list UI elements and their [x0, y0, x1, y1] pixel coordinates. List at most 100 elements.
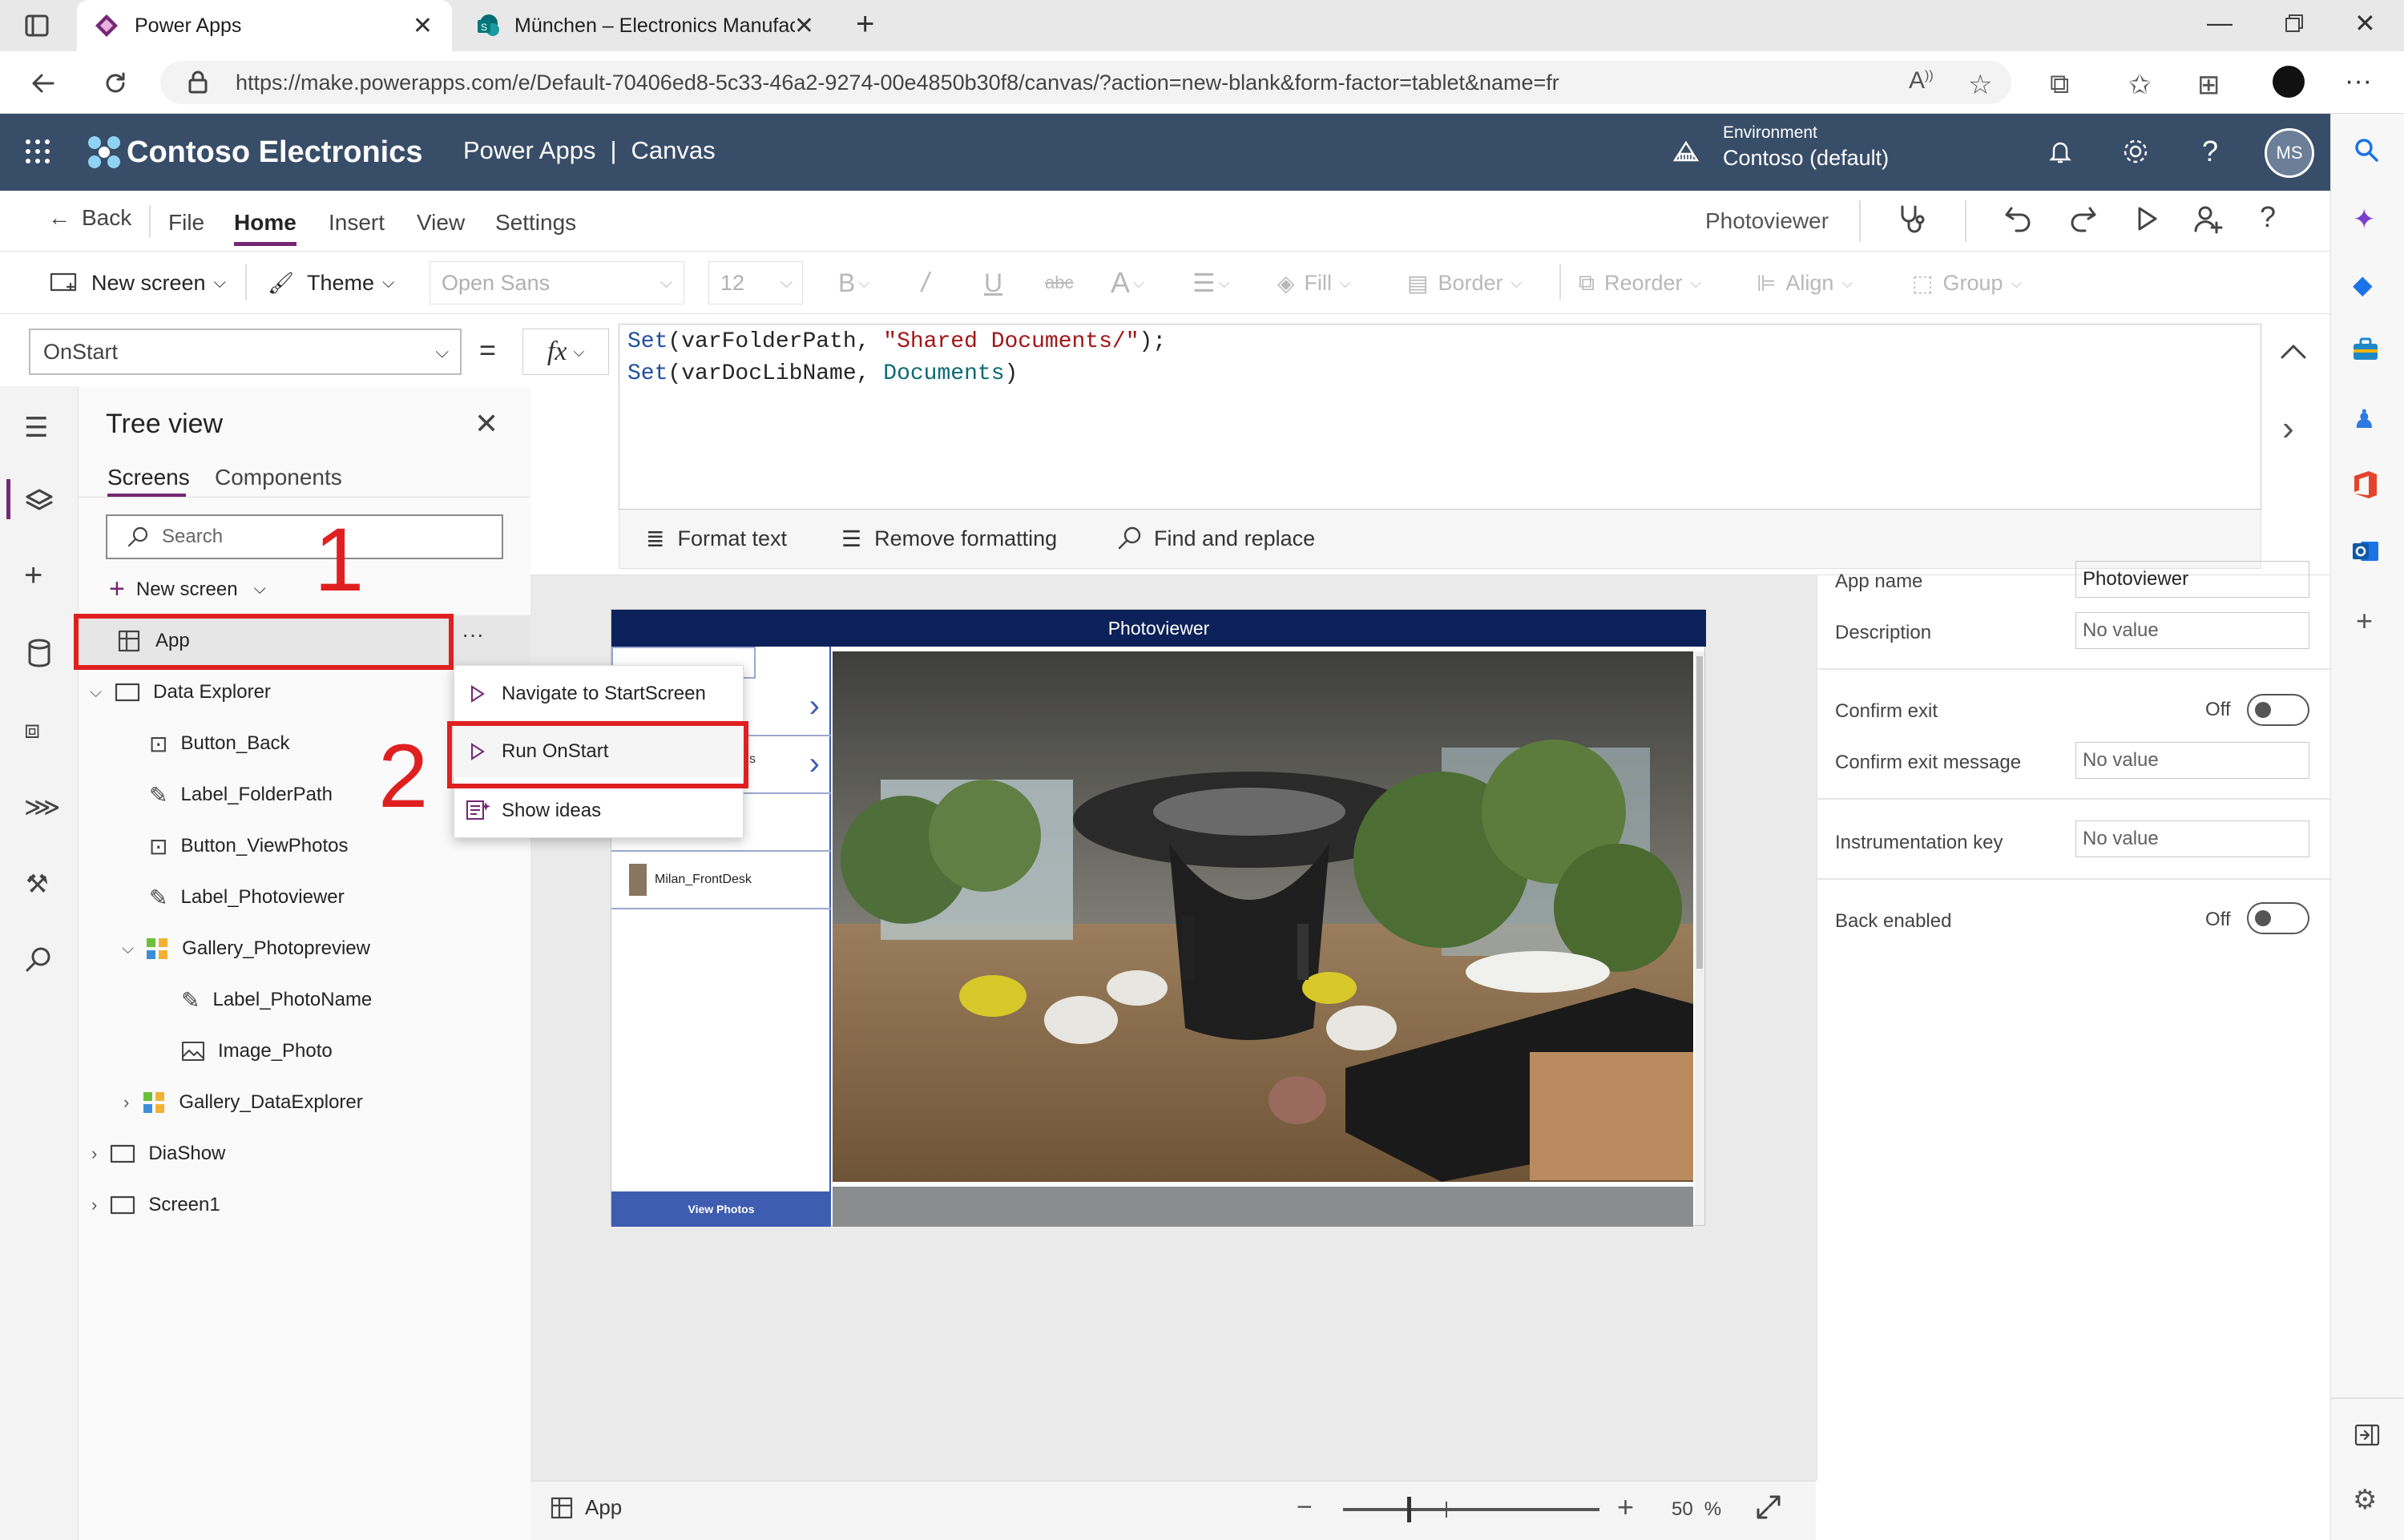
preview-play-icon[interactable]	[2133, 205, 2160, 232]
user-avatar[interactable]: MS	[2265, 128, 2314, 178]
tree-new-screen-button[interactable]: + New screen ⌵	[109, 574, 266, 605]
more-menu-icon[interactable]: ···	[2345, 66, 2372, 97]
environment-picker[interactable]: Environment Contoso (default)	[1723, 123, 1889, 171]
collections-icon[interactable]: ⊞	[2197, 69, 2220, 101]
copilot-sparkle-icon[interactable]: ✦	[2353, 204, 2376, 236]
browser-tab-powerapps[interactable]: Power Apps ✕	[77, 0, 452, 51]
address-bar[interactable]: https://make.powerapps.com/e/Default-704…	[160, 61, 2011, 104]
tab-components[interactable]: Components	[215, 465, 342, 490]
hamburger-menu-icon[interactable]: ☰	[24, 412, 48, 444]
menu-item-show-ideas[interactable]: Show ideas	[454, 785, 744, 837]
tab-insert[interactable]: Insert	[329, 210, 385, 236]
browser-tab-sharepoint[interactable]: S München – Electronics Manufact ✕	[462, 0, 830, 51]
search-icon[interactable]	[24, 945, 53, 974]
image-photo[interactable]	[833, 651, 1693, 1182]
format-text-button[interactable]: ≣ Format text	[646, 526, 787, 552]
tree-node-gallery[interactable]: › Gallery_DataExplorer	[79, 1077, 530, 1128]
zoom-in-button[interactable]: +	[1617, 1490, 1634, 1524]
fx-button[interactable]: fx ⌵	[522, 329, 609, 375]
description-input[interactable]: No value	[2075, 612, 2309, 649]
tab-screens[interactable]: Screens	[107, 465, 190, 490]
group-button[interactable]: ⬚ Group ⌵	[1912, 252, 2022, 314]
fill-button[interactable]: ◈ Fill ⌵	[1277, 252, 1351, 314]
back-enabled-toggle[interactable]	[2247, 902, 2309, 934]
notifications-icon[interactable]	[2047, 138, 2074, 165]
expand-panel-icon[interactable]: ›	[2282, 409, 2294, 449]
font-color-button[interactable]: A ⌵	[1111, 252, 1144, 314]
help-icon[interactable]: ?	[2260, 200, 2276, 234]
formula-editor[interactable]: Set(varFolderPath, "Shared Documents/");…	[619, 324, 2261, 510]
settings-gear-icon[interactable]	[2122, 138, 2149, 165]
window-minimize-icon[interactable]: —	[2207, 8, 2233, 38]
outlook-icon[interactable]	[2351, 537, 2380, 566]
fit-to-window-icon[interactable]	[1755, 1494, 1782, 1521]
back-button[interactable]: ← Back	[48, 205, 131, 231]
more-options-button[interactable]: ···	[462, 622, 484, 647]
bold-button[interactable]: B ⌵	[838, 252, 869, 314]
tree-node-screen[interactable]: › DiaShow	[79, 1128, 530, 1179]
new-screen-dropdown[interactable]: New screen ⌵	[50, 252, 226, 314]
tree-search-input[interactable]: Search	[106, 514, 503, 559]
app-launcher-icon[interactable]	[24, 138, 51, 165]
close-tab-icon[interactable]: ✕	[794, 12, 814, 40]
insert-plus-icon[interactable]: +	[24, 558, 42, 594]
tab-file[interactable]: File	[168, 210, 204, 236]
underline-button[interactable]: U	[984, 252, 1002, 314]
zoom-slider-thumb[interactable]	[1407, 1497, 1411, 1522]
tools-briefcase-icon[interactable]	[2351, 337, 2380, 364]
tab-actions-icon[interactable]	[24, 13, 50, 38]
app-name-input[interactable]: Photoviewer	[2075, 561, 2309, 598]
instrumentation-key-input[interactable]: No value	[2075, 820, 2309, 857]
strikethrough-button[interactable]: abc	[1045, 252, 1073, 314]
find-replace-button[interactable]: Find and replace	[1117, 526, 1315, 551]
redo-icon[interactable]	[2067, 204, 2098, 234]
font-size-select[interactable]: 12 ⌵	[708, 261, 803, 304]
help-icon[interactable]: ?	[2202, 135, 2218, 168]
data-database-icon[interactable]	[26, 638, 53, 668]
border-button[interactable]: ▤ Border ⌵	[1407, 252, 1522, 314]
extensions-icon[interactable]: ⧉	[2050, 69, 2069, 100]
tree-node-screen[interactable]: › Screen1	[79, 1179, 530, 1231]
zoom-slider[interactable]	[1343, 1497, 1599, 1522]
theme-dropdown[interactable]: 🖌 Theme ⌵	[268, 252, 394, 314]
tab-home[interactable]: Home	[234, 210, 296, 236]
tree-node-label[interactable]: ✎ Label_PhotoName	[79, 974, 530, 1026]
tree-node-image[interactable]: Image_Photo	[79, 1026, 530, 1077]
close-tab-icon[interactable]: ✕	[413, 12, 433, 40]
app-checker-icon[interactable]	[1896, 204, 1928, 236]
power-automate-icon[interactable]: ⋙	[24, 792, 61, 822]
read-aloud-icon[interactable]: A))	[1909, 67, 1934, 95]
back-arrow-icon[interactable]	[29, 69, 58, 98]
italic-button[interactable]: /	[922, 252, 929, 314]
font-family-select[interactable]: Open Sans ⌵	[430, 261, 684, 304]
window-close-icon[interactable]: ✕	[2354, 8, 2376, 38]
gallery-scrollbar[interactable]	[1695, 651, 1704, 1225]
tab-settings[interactable]: Settings	[495, 210, 576, 236]
tab-view[interactable]: View	[417, 210, 465, 236]
reorder-button[interactable]: ⧉ Reorder ⌵	[1579, 252, 1701, 314]
confirm-exit-message-input[interactable]: No value	[2075, 742, 2309, 779]
window-restore-icon[interactable]	[2284, 13, 2305, 34]
view-photos-button[interactable]: View Photos	[611, 1191, 831, 1227]
share-user-icon[interactable]	[2192, 204, 2225, 236]
media-icon[interactable]: ⧈	[24, 715, 40, 745]
add-sidebar-app-icon[interactable]: +	[2356, 604, 2373, 638]
tree-node-gallery[interactable]: ⌵ Gallery_Photopreview	[79, 923, 530, 974]
tree-view-layers-icon[interactable]	[24, 486, 54, 516]
advanced-tools-icon[interactable]: ⚒	[26, 869, 49, 899]
favorites-icon[interactable]: ✩	[2128, 69, 2152, 101]
gallery-row[interactable]: Milan_FrontDesk	[611, 852, 831, 909]
close-panel-icon[interactable]: ✕	[474, 407, 498, 441]
scrollbar-thumb[interactable]	[1696, 656, 1703, 969]
menu-item-navigate[interactable]: Navigate to StartScreen	[454, 668, 744, 720]
confirm-exit-toggle[interactable]	[2247, 694, 2309, 726]
remove-formatting-button[interactable]: ☰ Remove formatting	[841, 526, 1057, 552]
undo-icon[interactable]	[2003, 204, 2034, 234]
current-screen-indicator[interactable]: App	[550, 1495, 622, 1520]
sidebar-settings-icon[interactable]: ⚙	[2353, 1484, 2377, 1516]
shopping-tag-icon[interactable]: ◆	[2353, 269, 2373, 300]
property-dropdown[interactable]: OnStart ⌵	[29, 329, 462, 375]
hide-sidebar-icon[interactable]	[2354, 1423, 2380, 1447]
zoom-level[interactable]: 50 %	[1672, 1498, 1721, 1521]
align-button[interactable]: ⊫ Align ⌵	[1757, 252, 1853, 314]
